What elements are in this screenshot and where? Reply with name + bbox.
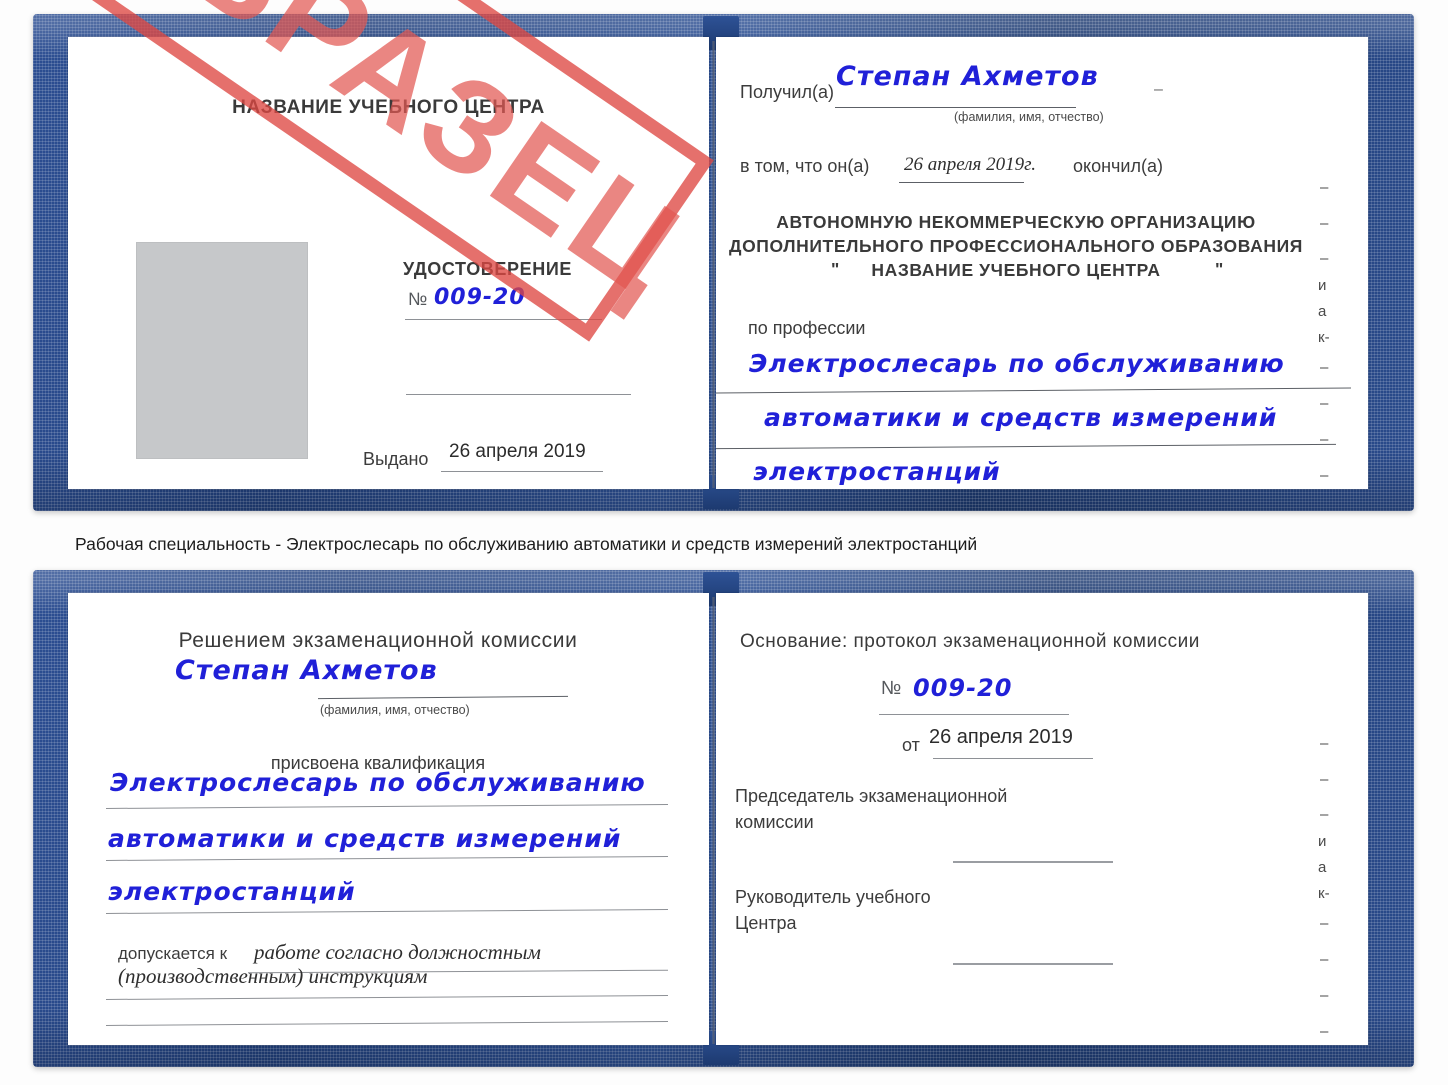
- issued-value: 26 апреля 2019: [449, 441, 586, 462]
- number-label: №: [408, 289, 428, 309]
- allowed-value-1: работе согласно должностным: [254, 940, 541, 964]
- decision-name-value: Степан Ахметов: [175, 655, 438, 686]
- qualification-line-3: электростанций: [108, 877, 356, 906]
- protocol-number-rule: [879, 714, 1069, 715]
- edge-dash-c: –: [1320, 250, 1329, 267]
- edge2-char-k: к-: [1318, 885, 1330, 902]
- issued-label: Выдано: [363, 449, 429, 469]
- top-right-page: Получил(а) Степан Ахметов (фамилия, имя,…: [716, 37, 1368, 489]
- received-value: Степан Ахметов: [836, 61, 1099, 92]
- graduated-label: окончил(а): [1073, 156, 1163, 176]
- edge2-char-i: и: [1318, 833, 1327, 850]
- edge-dash-b: –: [1320, 215, 1329, 232]
- profession-rule-2: [716, 443, 1336, 450]
- qualification-line-1: Электрослесарь по обслуживанию: [110, 768, 646, 797]
- qualification-rule-3: [106, 909, 668, 914]
- org-line-1: АВТОНОМНУЮ НЕКОММЕРЧЕСКУЮ ОРГАНИЗАЦИЮ: [776, 212, 1256, 232]
- edge2-char-a: а: [1318, 859, 1327, 876]
- name-hint: (фамилия, имя, отчество): [954, 110, 1104, 124]
- edge2-dash-c: –: [1320, 806, 1329, 823]
- org-line-3: НАЗВАНИЕ УЧЕБНОГО ЦЕНТРА: [871, 260, 1161, 280]
- profession-line-3: электростанций: [753, 457, 1001, 486]
- edge-dash-a: –: [1320, 179, 1329, 196]
- director-line-2: Центра: [735, 913, 797, 933]
- chairman-line-1: Председатель экзаменационной: [735, 786, 1008, 806]
- protocol-date-rule: [933, 758, 1093, 759]
- decision-name-rule: [318, 695, 568, 700]
- protocol-number-value: 009-20: [913, 674, 1013, 702]
- image-caption: Рабочая специальность - Электрослесарь п…: [75, 534, 978, 554]
- director-line-1: Руководитель учебного: [735, 887, 931, 907]
- decision-name-hint: (фамилия, имя, отчество): [320, 703, 470, 717]
- qualification-rule-1: [106, 804, 668, 809]
- that-he-label: в том, что он(а): [740, 156, 870, 176]
- edge2-dash-d: –: [1320, 915, 1329, 932]
- allowed-value-2: (производственным) инструкциям: [118, 964, 428, 988]
- basis-label: Основание: протокол экзаменационной коми…: [740, 631, 1200, 652]
- allowed-rule-3: [106, 1021, 668, 1026]
- edge-dash-e: –: [1320, 395, 1329, 412]
- profession-label: по профессии: [748, 318, 866, 338]
- top-left-page: НАЗВАНИЕ УЧЕБНОГО ЦЕНТРА УДОСТОВЕРЕНИЕ №…: [68, 37, 709, 489]
- number-value: 009-20: [434, 285, 526, 310]
- edge-dash-g: –: [1320, 467, 1329, 484]
- edge2-dash-e: –: [1320, 951, 1329, 968]
- protocol-number-label: №: [881, 678, 902, 699]
- profession-rule-1: [716, 387, 1351, 394]
- blank-rule-1: [406, 394, 631, 395]
- screenshot-root: НАЗВАНИЕ УЧЕБНОГО ЦЕНТРА УДОСТОВЕРЕНИЕ №…: [0, 0, 1448, 1085]
- protocol-date-label: от: [902, 735, 920, 755]
- certificate-bottom: Решением экзаменационной комиссии Степан…: [33, 570, 1414, 1067]
- edge-dash-d: –: [1320, 359, 1329, 376]
- edge2-dash-g: –: [1320, 1023, 1329, 1040]
- allowed-rule-2: [106, 995, 668, 1000]
- number-rule: [405, 319, 602, 320]
- profession-line-1: Электрослесарь по обслуживанию: [749, 349, 1285, 378]
- edge-char-i: и: [1318, 277, 1327, 294]
- edge-dash-f: –: [1320, 431, 1329, 448]
- edge-char-k: к-: [1318, 329, 1330, 346]
- received-label: Получил(а): [740, 82, 834, 102]
- bottom-certificate-gutter: [712, 597, 715, 1044]
- protocol-date-value: 26 апреля 2019: [929, 726, 1073, 748]
- decision-title: Решением экзаменационной комиссии: [178, 629, 578, 652]
- certificate-top: НАЗВАНИЕ УЧЕБНОГО ЦЕНТРА УДОСТОВЕРЕНИЕ №…: [33, 0, 1414, 511]
- completion-date-rule: [899, 182, 1024, 183]
- org-line-2: ДОПОЛНИТЕЛЬНОГО ПРОФЕССИОНАЛЬНОГО ОБРАЗО…: [729, 236, 1303, 256]
- right-edge-dash-1: –: [1154, 81, 1163, 98]
- photo-placeholder: [136, 242, 308, 459]
- qualification-line-2: автоматики и средств измерений: [108, 824, 622, 853]
- allowed-label: допускается к: [118, 944, 228, 963]
- chairman-line-2: комиссии: [735, 812, 814, 832]
- chairman-signature-rule: [953, 861, 1113, 863]
- seal-label: М.П.: [196, 487, 232, 489]
- edge2-dash-f: –: [1320, 987, 1329, 1004]
- edge-char-a: а: [1318, 303, 1327, 320]
- org-title-left: НАЗВАНИЕ УЧЕБНОГО ЦЕНТРА: [232, 97, 545, 118]
- director-signature-rule: [953, 963, 1113, 965]
- profession-line-2: автоматики и средств измерений: [764, 403, 1278, 432]
- org-quote-close: ": [1215, 259, 1224, 279]
- completion-date: 26 апреля 2019г.: [904, 154, 1036, 175]
- qualification-rule-2: [106, 856, 668, 861]
- top-certificate-gutter: [712, 41, 715, 488]
- edge2-dash-b: –: [1320, 771, 1329, 788]
- received-rule: [835, 107, 1076, 108]
- bottom-right-page: Основание: протокол экзаменационной коми…: [716, 593, 1368, 1045]
- edge2-dash-a: –: [1320, 735, 1329, 752]
- doc-type-label: УДОСТОВЕРЕНИЕ: [403, 259, 572, 279]
- issued-rule: [441, 471, 603, 472]
- bottom-left-page: Решением экзаменационной комиссии Степан…: [68, 593, 709, 1045]
